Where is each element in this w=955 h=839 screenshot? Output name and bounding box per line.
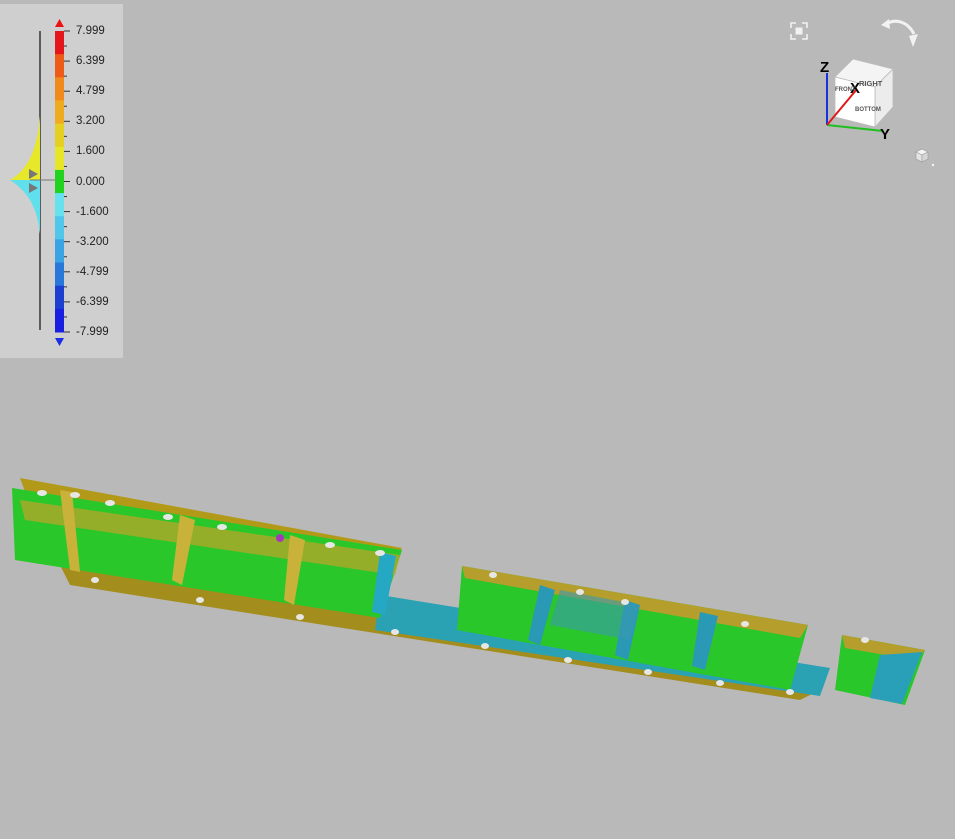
color-band bbox=[55, 285, 64, 310]
legend-tick-label: -6.399 bbox=[76, 295, 109, 308]
color-band bbox=[55, 146, 64, 171]
color-band bbox=[55, 308, 64, 333]
z-axis-label: Z bbox=[820, 59, 830, 76]
histogram-positive bbox=[10, 116, 40, 180]
color-band bbox=[55, 123, 64, 148]
cube-menu-icon[interactable] bbox=[912, 146, 938, 168]
color-band bbox=[55, 216, 64, 240]
under-range-arrow-icon bbox=[55, 338, 64, 346]
legend-tick-label: 6.399 bbox=[76, 55, 105, 68]
deviation-colormap-model[interactable] bbox=[0, 0, 955, 834]
y-axis-label: Y bbox=[880, 126, 891, 143]
model-marker-point[interactable] bbox=[276, 534, 284, 542]
color-band bbox=[55, 193, 64, 217]
legend-tick-label: -3.200 bbox=[76, 235, 109, 248]
deviation-color-legend: 7.999 6.399 4.799 3.200 1.600 0.000 -1.600 -3.2… bbox=[0, 4, 123, 358]
legend-tick-label: -4.799 bbox=[76, 265, 109, 278]
cube-face-right[interactable]: RIGHT bbox=[859, 79, 882, 88]
view-cube-icon[interactable]: Z X Y RIGHT FRONT BOTTOM bbox=[815, 55, 897, 145]
color-band bbox=[55, 100, 64, 125]
color-band bbox=[55, 31, 64, 55]
legend-tick-label: 0.000 bbox=[76, 175, 105, 188]
legend-tick-label: -7.999 bbox=[76, 326, 109, 338]
legend-tick-label: 1.600 bbox=[76, 145, 105, 158]
cube-face-front[interactable]: FRONT bbox=[835, 87, 856, 93]
legend-tick-label: 4.799 bbox=[76, 85, 105, 98]
legend-tick-label: 3.200 bbox=[76, 115, 105, 128]
legend-tick-label: 7.999 bbox=[76, 25, 105, 37]
color-band bbox=[55, 239, 64, 264]
rotate-view-icon[interactable] bbox=[878, 16, 922, 56]
color-band bbox=[55, 262, 64, 287]
fit-view-icon[interactable] bbox=[788, 20, 810, 42]
color-band bbox=[55, 77, 64, 101]
legend-tick-label: -1.600 bbox=[76, 205, 109, 218]
color-band bbox=[55, 54, 64, 78]
cube-face-bottom[interactable]: BOTTOM bbox=[855, 107, 881, 113]
scan-viewport[interactable] bbox=[0, 0, 955, 834]
over-range-arrow-icon bbox=[55, 19, 64, 27]
color-band bbox=[55, 169, 64, 194]
